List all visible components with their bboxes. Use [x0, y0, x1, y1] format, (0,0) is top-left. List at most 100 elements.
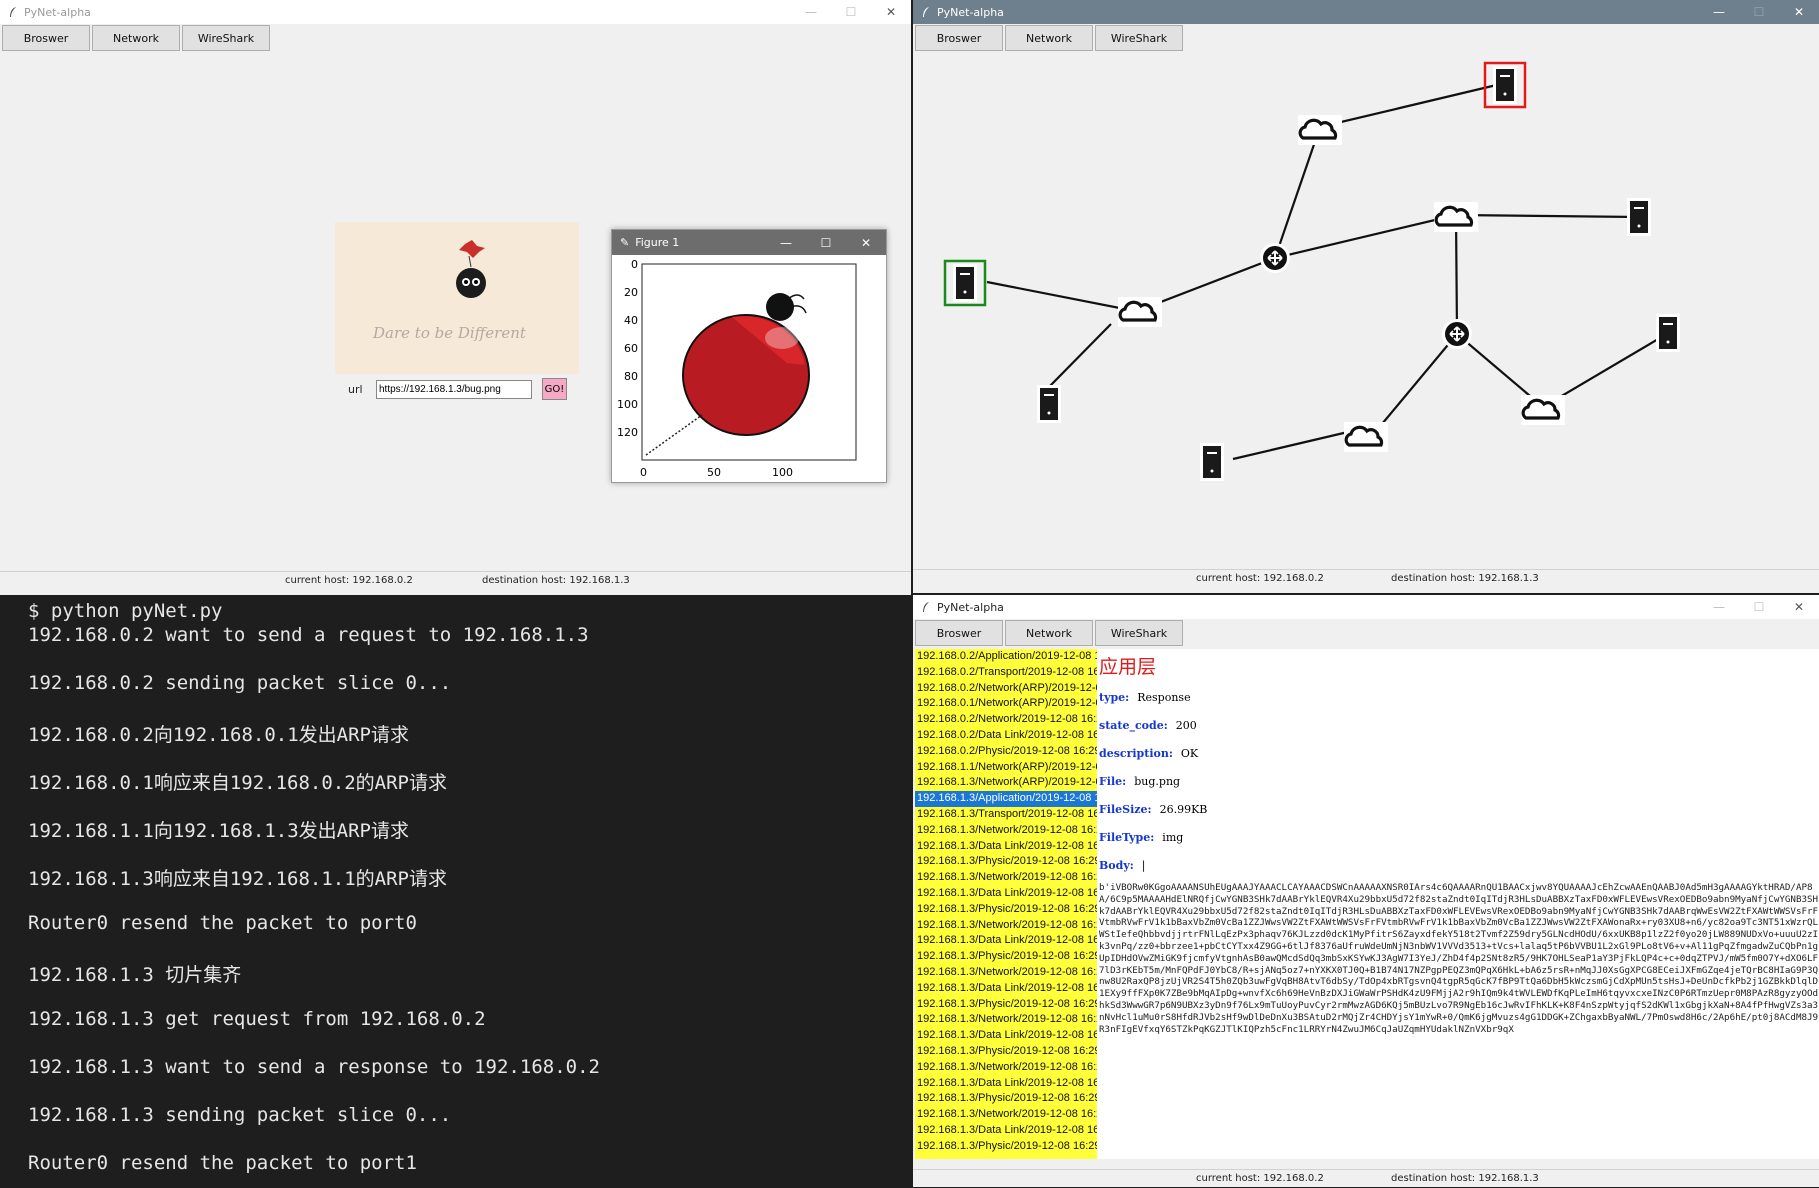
packet-name: 192.168.1.3/Network — [917, 1060, 1019, 1073]
packet-row[interactable]: 192.168.1.3/Data Link/2019-12-08 16:29:5… — [915, 1123, 1097, 1139]
tab-network[interactable]: Network — [1005, 25, 1093, 51]
router-node[interactable] — [1441, 318, 1473, 350]
router-node[interactable] — [1259, 242, 1291, 274]
figure-titlebar: ✎ Figure 1 — ☐ ✕ — [612, 230, 886, 255]
packet-row[interactable]: 192.168.0.1/Network(ARP)/2019-12-08 16:2… — [915, 696, 1097, 712]
packet-time: /2019-12-08 16:29:57 — [1010, 1139, 1097, 1152]
packet-time: /2019-12-08 16:29:57 — [1018, 918, 1097, 931]
packet-name: 192.168.1.3/Data Link — [917, 886, 1025, 899]
window-title: PyNet-alpha — [937, 600, 1004, 614]
url-input[interactable] — [376, 380, 532, 399]
figure-window: ✎ Figure 1 — ☐ ✕ 0 20 40 60 80 100 120 0… — [611, 229, 887, 483]
packet-row[interactable]: 192.168.1.3/Data Link/2019-12-08 16:29:5… — [915, 839, 1097, 855]
packet-row[interactable]: 192.168.1.3/Data Link/2019-12-08 16:29:5… — [915, 981, 1097, 997]
packet-row[interactable]: 192.168.1.3/Network(ARP)/2019-12-08 16:2… — [915, 775, 1097, 791]
packet-row[interactable]: 192.168.1.3/Network/2019-12-08 16:29:57 — [915, 870, 1097, 886]
packet-row[interactable]: 192.168.1.3/Data Link/2019-12-08 16:29:5… — [915, 886, 1097, 902]
server-node[interactable] — [1037, 385, 1061, 423]
field-key: Body: — [1099, 859, 1134, 872]
packet-list[interactable]: 192.168.0.2/Application/2019-12-08 16:29… — [915, 649, 1097, 1159]
wireshark-statusbar: current host: 192.168.0.2 destination ho… — [913, 1169, 1819, 1188]
tab-wireshark[interactable]: WireShark — [1095, 620, 1183, 646]
packet-name: 192.168.1.3/Network — [917, 871, 1019, 884]
server-node[interactable] — [1627, 198, 1651, 236]
field-row: FileType: img — [1099, 831, 1183, 844]
packet-row[interactable]: 192.168.1.3/Physic/2019-12-08 16:29:57 — [915, 997, 1097, 1013]
server-node-destination[interactable] — [1483, 61, 1527, 109]
figure-minimize-button[interactable]: — — [766, 230, 806, 255]
tab-network[interactable]: Network — [92, 25, 180, 51]
server-node[interactable] — [1200, 443, 1224, 481]
terminal-prompt: $ python pyNet.py — [28, 600, 223, 622]
packet-time: /2019-12-08 16:29:57 — [1024, 665, 1097, 678]
packet-row[interactable]: 192.168.0.2/Network/2019-12-08 16:29:57 — [915, 712, 1097, 728]
figure-close-button[interactable]: ✕ — [846, 230, 886, 255]
maximize-button[interactable]: ☐ — [1739, 595, 1779, 619]
cloud-node[interactable] — [1342, 420, 1390, 454]
packet-name: 192.168.1.3/Data Link — [917, 934, 1025, 947]
tab-wireshark[interactable]: WireShark — [1095, 25, 1183, 51]
cloud-node[interactable] — [1296, 113, 1344, 147]
go-button[interactable]: GO! — [542, 378, 567, 400]
packet-row[interactable]: 192.168.1.3/Network/2019-12-08 16:29:57 — [915, 1107, 1097, 1123]
tab-browser[interactable]: Broswer — [915, 25, 1003, 51]
packet-row[interactable]: 192.168.1.3/Application/2019-12-08 16:29… — [915, 791, 1097, 807]
minimize-button[interactable]: — — [791, 0, 831, 24]
packet-time: /2019-12-08 16:29:57 — [1018, 965, 1097, 978]
packet-name: 192.168.1.3/Network — [917, 1108, 1019, 1121]
network-tabs: Broswer Network WireShark — [915, 25, 1185, 51]
figure-maximize-button[interactable]: ☐ — [806, 230, 846, 255]
packet-row[interactable]: 192.168.0.2/Application/2019-12-08 16:29… — [915, 649, 1097, 665]
close-button[interactable]: ✕ — [871, 0, 911, 24]
packet-name: 192.168.1.3/Data Link — [917, 1029, 1025, 1042]
server-node[interactable] — [1656, 314, 1680, 352]
server-node-source[interactable] — [943, 259, 987, 307]
packet-row[interactable]: 192.168.0.2/Physic/2019-12-08 16:29:57 — [915, 744, 1097, 760]
url-label: url — [348, 383, 363, 396]
tab-network[interactable]: Network — [1005, 620, 1093, 646]
packet-name: 192.168.0.2/Network — [917, 713, 1019, 726]
packet-row[interactable]: 192.168.1.3/Transport/2019-12-08 16:29:5… — [915, 807, 1097, 823]
tab-browser[interactable]: Broswer — [2, 25, 90, 51]
packet-row[interactable]: 192.168.1.3/Network/2019-12-08 16:29:57 — [915, 918, 1097, 934]
ytick: 60 — [624, 342, 638, 355]
ytick: 40 — [624, 314, 638, 327]
packet-row[interactable]: 192.168.1.3/Physic/2019-12-08 16:29:57 — [915, 949, 1097, 965]
field-row: description: OK — [1099, 747, 1198, 760]
field-row: FileSize: 26.99KB — [1099, 803, 1207, 816]
window-title: PyNet-alpha — [937, 5, 1004, 19]
packet-row[interactable]: 192.168.1.3/Data Link/2019-12-08 16:29:5… — [915, 1076, 1097, 1092]
minimize-button[interactable]: — — [1699, 595, 1739, 619]
tab-wireshark[interactable]: WireShark — [182, 25, 270, 51]
packet-row[interactable]: 192.168.1.3/Physic/2019-12-08 16:29:57 — [915, 1139, 1097, 1155]
tab-browser[interactable]: Broswer — [915, 620, 1003, 646]
packet-row[interactable]: 192.168.0.2/Data Link/2019-12-08 16:29:5… — [915, 728, 1097, 744]
packet-row[interactable]: 192.168.0.2/Network(ARP)/2019-12-08 16:2… — [915, 681, 1097, 697]
cloud-node[interactable] — [1116, 295, 1164, 329]
maximize-button[interactable]: ☐ — [831, 0, 871, 24]
packet-name: 192.168.1.3/Data Link — [917, 981, 1025, 994]
close-button[interactable]: ✕ — [1779, 595, 1819, 619]
packet-row[interactable]: 192.168.1.3/Physic/2019-12-08 16:29:57 — [915, 902, 1097, 918]
packet-row[interactable]: 192.168.1.3/Physic/2019-12-08 16:29:57 — [915, 1044, 1097, 1060]
packet-name: 192.168.0.2/Physic — [917, 744, 1011, 757]
close-button[interactable]: ✕ — [1779, 0, 1819, 24]
body-content: b'iVBORw0KGgoAAAANSUhEUgAAAJYAAACLCAYAAA… — [1099, 882, 1819, 1035]
cloud-node[interactable] — [1519, 393, 1567, 427]
destination-host: destination host: 192.168.1.3 — [1391, 573, 1539, 584]
cloud-node[interactable] — [1432, 200, 1480, 234]
packet-row[interactable]: 192.168.1.1/Network(ARP)/2019-12-08 16:2… — [915, 760, 1097, 776]
packet-row[interactable]: 192.168.1.3/Network/2019-12-08 16:29:57 — [915, 1012, 1097, 1028]
packet-row[interactable]: 192.168.1.3/Network/2019-12-08 16:29:57 — [915, 823, 1097, 839]
packet-row[interactable]: 192.168.1.3/Network/2019-12-08 16:29:57 — [915, 1060, 1097, 1076]
packet-name: 192.168.0.2/Transport — [917, 665, 1025, 678]
packet-row[interactable]: 192.168.1.3/Physic/2019-12-08 16:29:57 — [915, 854, 1097, 870]
packet-row[interactable]: 192.168.1.3/Data Link/2019-12-08 16:29:5… — [915, 933, 1097, 949]
packet-row[interactable]: 192.168.1.3/Network/2019-12-08 16:29:57 — [915, 965, 1097, 981]
maximize-button[interactable]: ☐ — [1739, 0, 1779, 24]
packet-row[interactable]: 192.168.0.2/Transport/2019-12-08 16:29:5… — [915, 665, 1097, 681]
packet-row[interactable]: 192.168.1.3/Data Link/2019-12-08 16:29:5… — [915, 1028, 1097, 1044]
minimize-button[interactable]: — — [1699, 0, 1739, 24]
packet-row[interactable]: 192.168.1.3/Physic/2019-12-08 16:29:57 — [915, 1091, 1097, 1107]
terminal-line: Router0 resend the packet to port0 — [28, 912, 417, 934]
